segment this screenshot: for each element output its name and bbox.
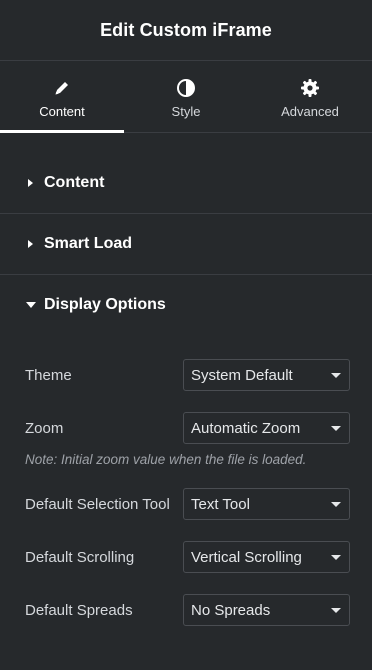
section-smart-load-toggle[interactable]: Smart Load: [0, 214, 372, 274]
tab-content[interactable]: Content: [0, 61, 124, 133]
theme-row: Theme System Default: [25, 359, 350, 391]
chevron-down-icon: [331, 607, 341, 613]
chevron-down-icon: [331, 501, 341, 507]
theme-label: Theme: [25, 366, 72, 384]
tab-style-label: Style: [171, 104, 201, 119]
spreads-label: Default Spreads: [25, 601, 133, 619]
caret-right-icon: [28, 179, 33, 187]
spreads-row: Default Spreads No Spreads: [25, 594, 350, 626]
zoom-label: Zoom: [25, 419, 64, 437]
selection-tool-select[interactable]: Text Tool: [183, 488, 350, 520]
tab-content-label: Content: [39, 104, 85, 119]
section-display-options-toggle[interactable]: Display Options: [0, 275, 372, 335]
tab-advanced[interactable]: Advanced: [248, 61, 372, 132]
tab-style[interactable]: Style: [124, 61, 248, 132]
panel-header: Edit Custom iFrame: [0, 0, 372, 61]
zoom-select-value: Automatic Zoom: [191, 419, 301, 437]
caret-right-icon: [28, 240, 33, 248]
caret-down-icon: [26, 302, 36, 308]
section-smart-load: Smart Load: [0, 214, 372, 275]
theme-select[interactable]: System Default: [183, 359, 350, 391]
scrolling-label: Default Scrolling: [25, 548, 135, 566]
section-content: Content: [0, 153, 372, 214]
spreads-select[interactable]: No Spreads: [183, 594, 350, 626]
section-smart-load-title: Smart Load: [44, 235, 133, 252]
gear-icon: [300, 78, 320, 98]
section-display-options-title: Display Options: [44, 296, 166, 313]
selection-tool-label: Default Selection Tool: [25, 495, 170, 513]
chevron-down-icon: [331, 425, 341, 431]
panel-title: Edit Custom iFrame: [100, 19, 272, 40]
theme-select-value: System Default: [191, 366, 293, 384]
section-content-title: Content: [44, 174, 105, 191]
half-circle-icon: [176, 78, 196, 98]
pencil-icon: [52, 78, 72, 98]
section-display-options: Display Options Theme System Default Zoo…: [0, 275, 372, 626]
zoom-select[interactable]: Automatic Zoom: [183, 412, 350, 444]
scrolling-row: Default Scrolling Vertical Scrolling: [25, 541, 350, 573]
scrolling-select[interactable]: Vertical Scrolling: [183, 541, 350, 573]
selection-tool-select-value: Text Tool: [191, 495, 250, 513]
chevron-down-icon: [331, 372, 341, 378]
zoom-row: Zoom Automatic Zoom: [25, 412, 350, 444]
section-content-toggle[interactable]: Content: [0, 153, 372, 213]
tab-advanced-label: Advanced: [281, 104, 339, 119]
selection-tool-row: Default Selection Tool Text Tool: [25, 488, 350, 520]
spreads-select-value: No Spreads: [191, 601, 271, 619]
zoom-note: Note: Initial zoom value when the file i…: [25, 452, 307, 467]
display-options-body: Theme System Default Zoom Automatic Zoom…: [0, 335, 372, 626]
chevron-down-icon: [331, 554, 341, 560]
scrolling-select-value: Vertical Scrolling: [191, 548, 302, 566]
tab-bar: Content Style Advanced: [0, 61, 372, 133]
